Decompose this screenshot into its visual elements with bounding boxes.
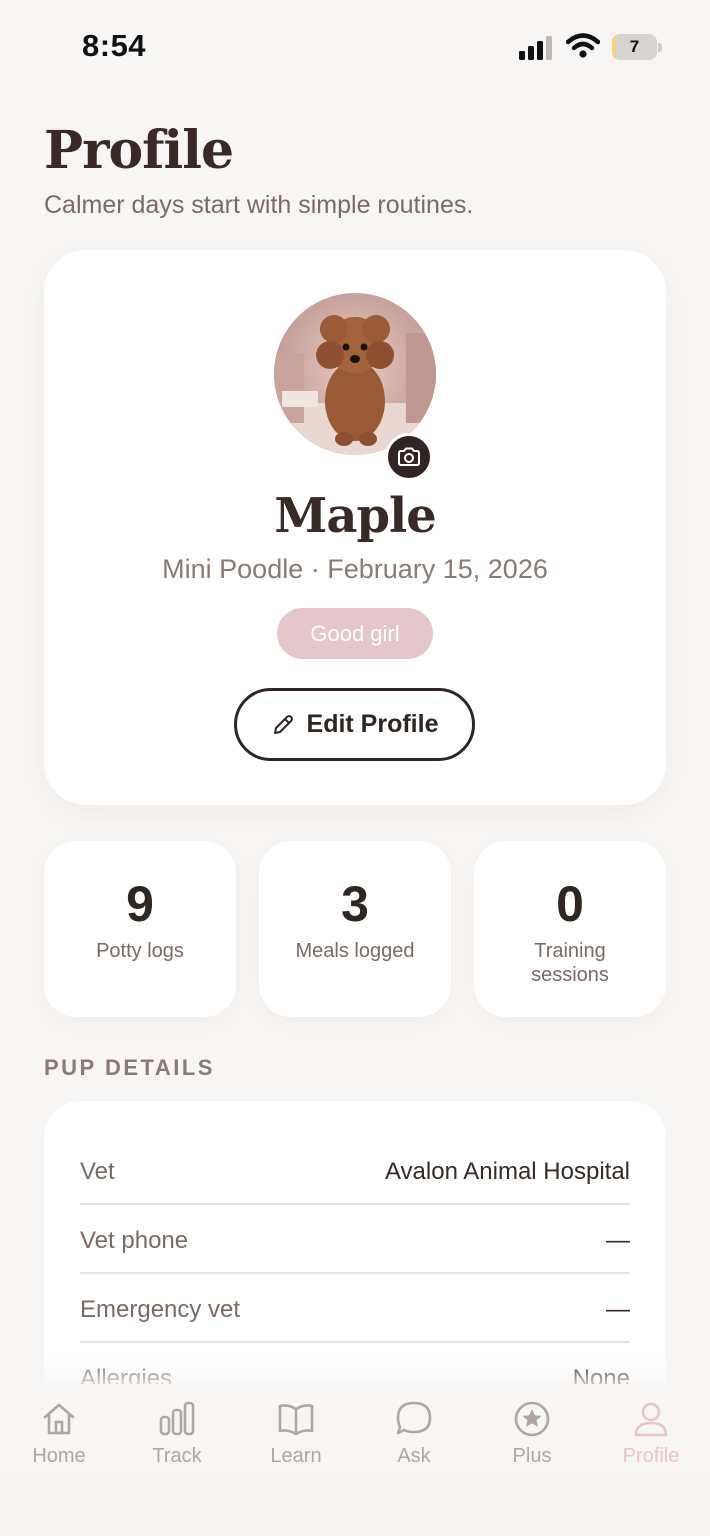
home-icon	[43, 1403, 75, 1435]
change-photo-button[interactable]	[385, 433, 433, 481]
tab-plus[interactable]: Plus	[473, 1384, 591, 1484]
stat-card-meals: 3 Meals logged	[259, 841, 451, 1017]
status-badge: Good girl	[277, 608, 433, 659]
edit-profile-label: Edit Profile	[306, 710, 439, 738]
chat-bubble-icon	[396, 1401, 432, 1435]
pet-name: Maple	[274, 488, 437, 544]
detail-row-vet-phone[interactable]: Vet phone —	[80, 1205, 630, 1274]
poodle-photo	[274, 293, 436, 455]
wifi-icon	[566, 33, 600, 58]
tab-ask[interactable]: Ask	[355, 1384, 473, 1484]
page-subtitle: Calmer days start with simple routines.	[44, 191, 474, 219]
stat-label: Potty logs	[96, 940, 184, 962]
battery-level: 7	[629, 37, 640, 56]
tab-label: Ask	[397, 1445, 431, 1467]
avatar[interactable]	[274, 293, 436, 455]
tab-track[interactable]: Track	[118, 1384, 236, 1484]
stat-value: 9	[126, 876, 154, 932]
stat-label: Training sessions	[531, 940, 609, 986]
pet-breed-birthday: Mini Poodle · February 15, 2026	[162, 554, 548, 584]
page-title: Profile	[44, 120, 234, 181]
pencil-icon	[273, 714, 293, 734]
home-indicator	[0, 1500, 710, 1536]
tab-label: Profile	[622, 1445, 680, 1467]
status-time: 8:54	[82, 28, 147, 63]
cellular-signal-icon	[519, 36, 552, 60]
stat-value: 0	[556, 876, 584, 932]
detail-row-emergency-vet[interactable]: Emergency vet —	[80, 1274, 630, 1343]
tab-label: Home	[32, 1445, 86, 1467]
stat-label: Meals logged	[295, 940, 415, 962]
battery-indicator: 7	[612, 34, 662, 60]
tab-learn[interactable]: Learn	[237, 1384, 355, 1484]
status-bar: 8:54 7	[0, 0, 710, 95]
star-circle-icon	[514, 1401, 550, 1437]
bar-chart-icon	[159, 1401, 195, 1436]
detail-value: —	[606, 1227, 630, 1254]
detail-label: Vet	[80, 1158, 115, 1185]
section-heading: PUP DETAILS	[44, 1055, 215, 1080]
tab-label: Plus	[512, 1445, 552, 1467]
book-icon	[278, 1404, 314, 1436]
detail-label: Emergency vet	[80, 1296, 241, 1323]
edit-profile-button[interactable]: Edit Profile	[234, 688, 475, 761]
detail-row-vet[interactable]: Vet Avalon Animal Hospital	[80, 1136, 630, 1205]
tab-profile[interactable]: Profile	[592, 1384, 710, 1484]
tab-label: Learn	[270, 1445, 322, 1467]
stat-value: 3	[341, 876, 369, 932]
detail-value: —	[606, 1296, 630, 1323]
person-icon	[634, 1402, 668, 1437]
detail-label: Vet phone	[80, 1227, 189, 1254]
stat-card-potty: 9 Potty logs	[44, 841, 236, 1017]
camera-icon	[398, 447, 420, 466]
tab-home[interactable]: Home	[0, 1384, 118, 1484]
detail-value: Avalon Animal Hospital	[384, 1158, 630, 1185]
stat-card-training: 0 Training sessions	[474, 841, 666, 1017]
tab-label: Track	[152, 1445, 202, 1467]
profile-card: Maple Mini Poodle · February 15, 2026 Go…	[44, 250, 666, 805]
